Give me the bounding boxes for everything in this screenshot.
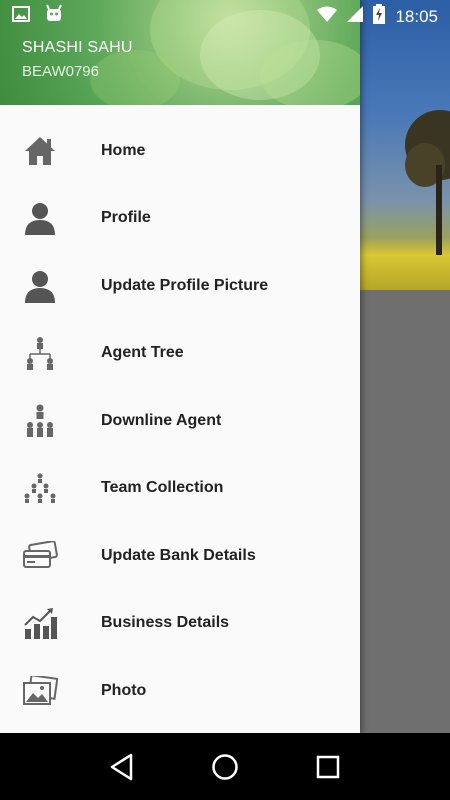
menu-item-label: Downline Agent <box>101 411 222 429</box>
menu-item-label: Business Details <box>101 614 230 632</box>
menu-item-label: Agent Tree <box>101 344 184 362</box>
user-name: SHASHI SAHU <box>22 39 133 56</box>
menu-item-label: Team Collection <box>101 479 224 497</box>
menu-item-label: Photo <box>101 681 147 699</box>
navigation-drawer: SHASHI SAHU BEAW0796 Home Profile Update… <box>0 0 360 733</box>
person-icon <box>22 268 58 304</box>
image-icon <box>12 6 30 27</box>
home-icon <box>22 133 58 169</box>
menu-item-label: Profile <box>101 209 151 227</box>
tree-image <box>405 110 450 255</box>
menu-item-label: Update Bank Details <box>101 546 256 564</box>
menu-item-profile[interactable]: Profile <box>0 185 360 253</box>
battery-charging-icon <box>373 4 386 29</box>
menu-item-business-details[interactable]: Business Details <box>0 590 360 658</box>
menu-item-downline-agent[interactable]: Downline Agent <box>0 387 360 455</box>
menu-item-team-collection[interactable]: Team Collection <box>0 455 360 523</box>
person-icon <box>22 200 58 236</box>
recents-icon[interactable] <box>308 747 348 787</box>
drawer-menu: Home Profile Update Profile Picture Agen… <box>0 105 360 725</box>
menu-item-agent-tree[interactable]: Agent Tree <box>0 320 360 388</box>
signal-icon <box>347 6 364 27</box>
bar-chart-icon <box>22 605 58 641</box>
menu-item-home[interactable]: Home <box>0 117 360 185</box>
home-circle-icon[interactable] <box>205 747 245 787</box>
team-pyramid-icon <box>22 470 58 506</box>
menu-item-update-profile-picture[interactable]: Update Profile Picture <box>0 252 360 320</box>
bank-cards-icon <box>22 538 58 574</box>
wifi-icon <box>317 6 338 27</box>
menu-item-photo[interactable]: Photo <box>0 657 360 725</box>
android-icon <box>44 4 64 29</box>
photo-icon <box>22 673 58 709</box>
status-time: 18:05 <box>395 6 438 26</box>
user-id: BEAW0796 <box>22 63 99 80</box>
org-tree-icon <box>22 335 58 371</box>
status-bar: 18:05 <box>0 0 450 33</box>
downline-icon <box>22 403 58 439</box>
menu-item-label: Home <box>101 141 146 159</box>
back-icon[interactable] <box>102 747 142 787</box>
menu-item-label: Update Profile Picture <box>101 276 269 294</box>
menu-item-update-bank-details[interactable]: Update Bank Details <box>0 522 360 590</box>
system-nav-bar <box>0 733 450 800</box>
